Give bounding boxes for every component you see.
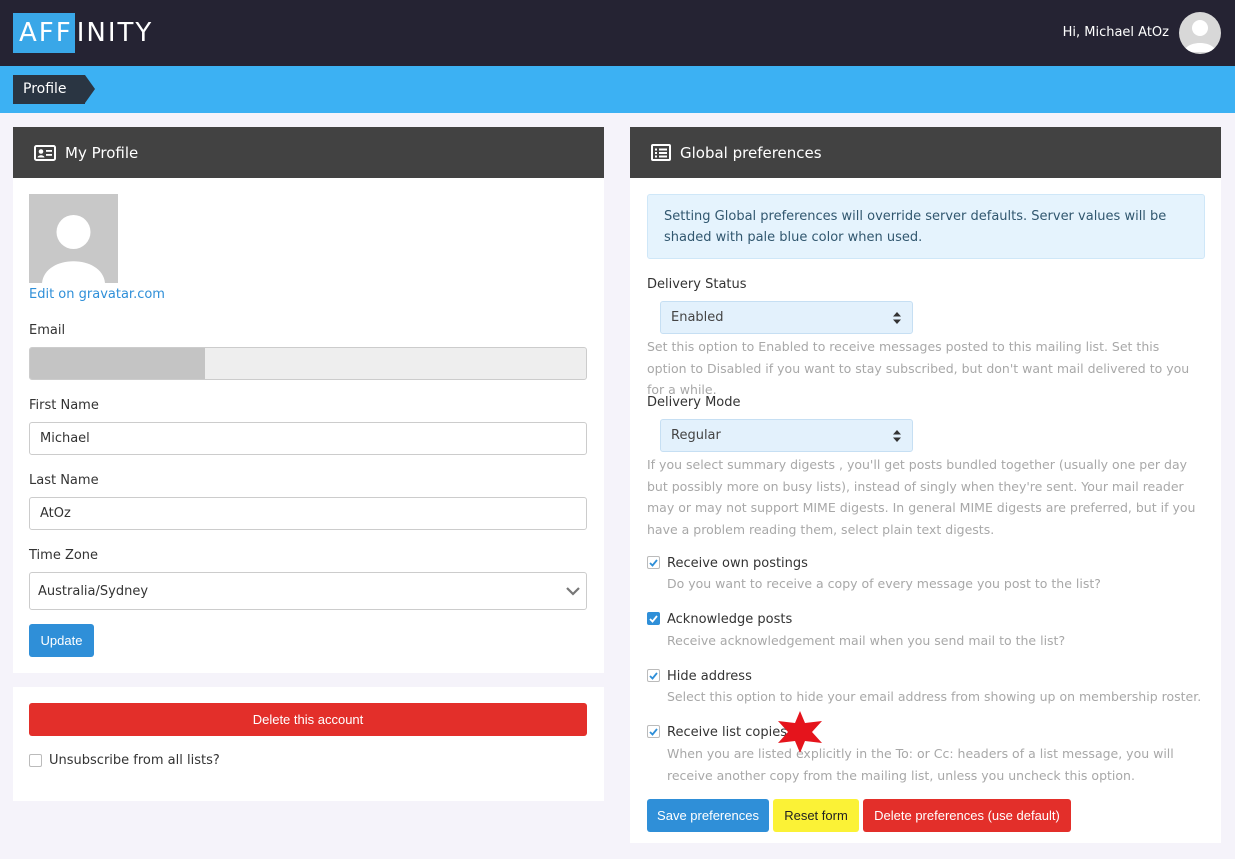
delivery-status-select[interactable]: Enabled — [660, 301, 913, 334]
user-avatar[interactable] — [1179, 12, 1221, 54]
breadcrumb-bar: Profile — [0, 66, 1235, 113]
delete-preferences-button[interactable]: Delete preferences (use default) — [863, 799, 1071, 832]
first-name-label: First Name — [29, 398, 99, 413]
global-preferences-panel: Global preferences Setting Global prefer… — [630, 127, 1221, 843]
user-icon — [1184, 20, 1216, 52]
account-panel: Delete this account Unsubscribe from all… — [13, 687, 604, 801]
last-name-label: Last Name — [29, 473, 99, 488]
profile-avatar — [29, 194, 118, 283]
acknowledge-posts-label: Acknowledge posts — [667, 612, 793, 627]
delivery-mode-select[interactable]: Regular — [660, 419, 913, 452]
global-preferences-title: Global preferences — [680, 143, 822, 162]
delivery-status-help: Set this option to Enabled to receive me… — [647, 339, 1190, 397]
check-icon — [649, 727, 658, 736]
hide-address-help: Select this option to hide your email ad… — [667, 689, 1202, 704]
email-field — [29, 347, 587, 380]
id-card-icon — [34, 144, 56, 161]
sort-arrows-icon — [893, 430, 901, 442]
receive-list-copies-checkbox[interactable] — [647, 725, 660, 738]
logo-highlight: AFF — [13, 13, 75, 53]
top-bar: AFF INITY Hi, Michael AtOz — [0, 0, 1235, 66]
save-preferences-button[interactable]: Save preferences — [647, 799, 769, 832]
global-preferences-header: Global preferences — [630, 127, 1221, 178]
unsubscribe-label: Unsubscribe from all lists? — [49, 753, 220, 768]
timezone-label: Time Zone — [29, 548, 99, 563]
email-label: Email — [29, 323, 66, 338]
delivery-status-value: Enabled — [671, 310, 724, 325]
delivery-mode-value: Regular — [671, 428, 721, 443]
my-profile-title: My Profile — [65, 143, 139, 162]
check-icon — [649, 671, 658, 680]
my-profile-panel: My Profile Edit on gravatar.com Email Fi… — [13, 127, 604, 673]
receive-list-copies-help: When you are listed explicitly in the To… — [667, 746, 1174, 783]
hide-address-label: Hide address — [667, 669, 752, 684]
unsubscribe-checkbox[interactable] — [29, 754, 42, 767]
delete-account-button[interactable]: Delete this account — [29, 703, 587, 736]
breadcrumb-profile[interactable]: Profile — [13, 75, 95, 104]
logo-text: INITY — [76, 18, 154, 48]
last-name-field[interactable]: AtOz — [29, 497, 587, 530]
acknowledge-posts-help: Receive acknowledgement mail when you se… — [667, 633, 1066, 648]
update-button[interactable]: Update — [29, 624, 94, 657]
gravatar-link[interactable]: Edit on gravatar.com — [29, 287, 165, 302]
acknowledge-posts-checkbox[interactable] — [647, 612, 660, 625]
delivery-status-label: Delivery Status — [647, 277, 747, 292]
receive-own-postings-help: Do you want to receive a copy of every m… — [667, 576, 1101, 591]
receive-own-postings-checkbox[interactable] — [647, 556, 660, 569]
info-box: Setting Global preferences will override… — [647, 194, 1205, 259]
delivery-mode-label: Delivery Mode — [647, 395, 741, 410]
first-name-field[interactable]: Michael — [29, 422, 587, 455]
my-profile-header: My Profile — [13, 127, 604, 178]
timezone-select[interactable]: Australia/Sydney — [29, 572, 587, 610]
default-avatar-icon — [42, 215, 105, 283]
user-greeting: Hi, Michael AtOz — [1062, 25, 1169, 40]
timezone-value: Australia/Sydney — [38, 583, 149, 599]
email-redaction — [30, 348, 205, 379]
receive-list-copies-label: Receive list copies — [667, 725, 787, 740]
logo[interactable]: AFF INITY — [13, 13, 153, 53]
chevron-down-icon — [566, 587, 580, 596]
hide-address-checkbox[interactable] — [647, 669, 660, 682]
sort-arrows-icon — [893, 312, 901, 324]
check-icon — [649, 614, 658, 623]
reset-form-button[interactable]: Reset form — [773, 799, 859, 832]
list-icon — [651, 144, 671, 161]
check-icon — [649, 558, 658, 567]
receive-own-postings-label: Receive own postings — [667, 556, 808, 571]
star-marker-icon — [778, 711, 822, 753]
delivery-mode-help: If you select summary digests , you'll g… — [647, 457, 1196, 537]
